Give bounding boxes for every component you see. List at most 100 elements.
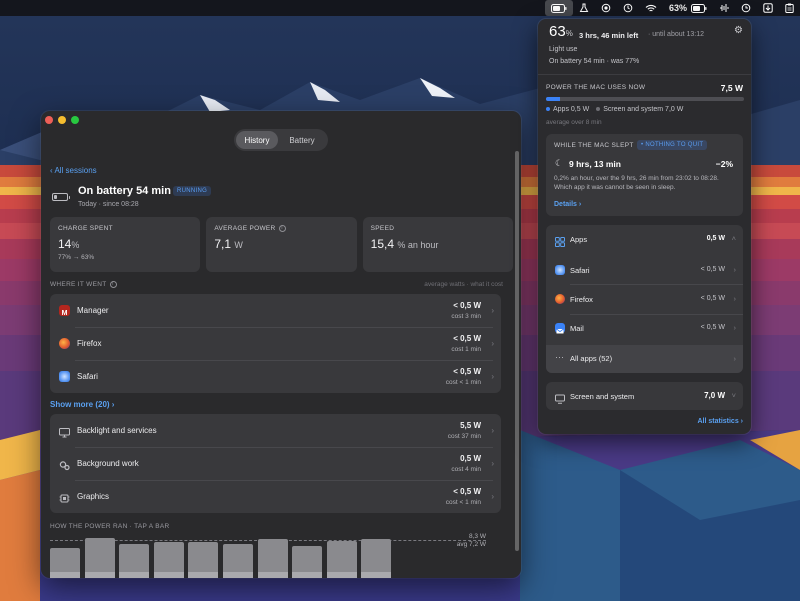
chevron-right-icon: › (491, 339, 494, 348)
tab-history[interactable]: History (236, 131, 278, 149)
list-item[interactable]: Firefox < 0,5 W › (546, 285, 743, 314)
row-value: < 0,5 W (453, 487, 481, 496)
battery-menu-extra[interactable] (544, 0, 573, 16)
running-badge: RUNNING (173, 186, 212, 196)
list-item[interactable]: M Manager < 0,5 W cost 3 min › (50, 294, 501, 327)
stat-cards: CHARGE SPENT 14% 77% → 63% AVERAGE POWER… (50, 217, 513, 272)
power-bar[interactable] (119, 544, 150, 578)
power-history-heading: HOW THE POWER RAN · TAP A BAR (50, 523, 170, 530)
stat-label: SPEED (370, 225, 395, 232)
screen-system-label: Screen and system (570, 392, 635, 401)
row-value: < 0,5 W (453, 301, 481, 310)
on-battery-label: On battery 54 min · was 77% (549, 58, 640, 65)
flask-icon[interactable] (573, 0, 595, 16)
row-value: < 0,5 W (453, 367, 481, 376)
screen-and-system-row[interactable]: Screen and system 7,0 W ˅ (546, 382, 743, 410)
power-bar[interactable] (188, 542, 219, 578)
gear-icon[interactable]: ⚙ (734, 25, 743, 36)
minimize-button[interactable] (58, 116, 66, 124)
list-item[interactable]: Backlight and services 5,5 W cost 37 min… (50, 414, 501, 447)
battery-status[interactable]: 63% (663, 0, 713, 16)
row-label: Manager (77, 306, 109, 315)
app-label: Mail (570, 324, 584, 333)
details-link[interactable]: Details › (554, 201, 581, 208)
list-item[interactable]: Background work 0,5 W cost 4 min › (50, 447, 501, 480)
menu-bar: 63% (0, 0, 800, 16)
charge-spent-card: CHARGE SPENT 14% 77% → 63% (50, 217, 201, 272)
use-label: Light use (549, 46, 578, 53)
sleep-description: 0,2% an hour, over the 9 hrs, 26 min fro… (554, 175, 719, 191)
shield-icon[interactable] (595, 0, 617, 16)
power-now-value: 7,5 W (720, 83, 743, 93)
stat-foot: 77% → 63% (58, 254, 95, 261)
row-label: Backlight and services (77, 426, 157, 435)
list-item[interactable]: Safari < 0,5 W › (546, 256, 743, 285)
all-statistics-link[interactable]: All statistics › (697, 418, 743, 425)
mail-icon (555, 323, 565, 334)
app-label: Firefox (570, 295, 593, 304)
legend-screen: Screen and system 7,0 W (596, 106, 683, 113)
list-item[interactable]: Firefox < 0,5 W cost 1 min › (50, 327, 501, 360)
wifi-icon[interactable] (639, 0, 663, 16)
all-apps-row[interactable]: ··· All apps (52) › (546, 345, 743, 373)
chevron-up-icon: ˄ (731, 234, 736, 243)
download-icon[interactable] (757, 0, 779, 16)
power-bar-base (292, 572, 323, 578)
power-bar[interactable] (84, 538, 115, 578)
battery-level: 63% (549, 23, 573, 40)
row-value: < 0,5 W (453, 334, 481, 343)
battery-history-window: History Battery ‹ All sessions On batter… (41, 111, 521, 578)
scrollbar[interactable] (515, 151, 519, 551)
time-machine-icon[interactable] (617, 0, 639, 16)
power-chart: 8,3 W avg 7,2 W (50, 533, 502, 578)
power-bar-base (361, 572, 392, 578)
power-bar[interactable] (361, 538, 392, 578)
power-bar-base (50, 572, 80, 578)
close-button[interactable] (45, 116, 53, 124)
power-bar[interactable] (223, 544, 253, 578)
stat-label: AVERAGE POWER i (214, 225, 348, 232)
session-subtitle: Today · since 08:28 (78, 201, 139, 208)
info-icon[interactable]: i (278, 225, 286, 232)
stat-value: 14% (58, 237, 80, 251)
chevron-right-icon: › (733, 354, 737, 363)
power-bar[interactable] (326, 540, 357, 578)
row-cost: cost 3 min (451, 313, 481, 320)
speed-card: SPEED 15,4 % an hour (362, 217, 513, 272)
chevron-right-icon: › (733, 265, 737, 274)
clock-icon[interactable] (735, 0, 757, 16)
show-more-link[interactable]: Show more (20) › (50, 400, 114, 409)
time-left: 3 hrs, 46 min left (579, 31, 639, 40)
firefox-icon (555, 294, 565, 304)
sleep-percent: −2% (715, 159, 733, 169)
app-label: Safari (570, 266, 590, 275)
list-item[interactable]: Graphics < 0,5 W cost < 1 min › (50, 480, 501, 513)
time-until: · until about 13:12 (648, 31, 705, 38)
tab-battery[interactable]: Battery (278, 131, 326, 149)
view-switcher: History Battery (234, 129, 328, 151)
apps-section-header[interactable]: Apps 0,5 W ˄ (546, 225, 743, 254)
display-icon (555, 391, 565, 409)
where-it-went-caption: average watts · what it cost (424, 281, 503, 288)
apps-grid-icon (555, 234, 565, 247)
list-item[interactable]: Safari < 0,5 W cost < 1 min › (50, 360, 501, 393)
power-bar[interactable] (153, 542, 184, 578)
screen-system-value: 7,0 W (704, 391, 725, 400)
list-item[interactable]: Mail < 0,5 W › (546, 314, 743, 343)
apps-card: Apps 0,5 W ˄ Safari < 0,5 W › Firefox < … (546, 225, 743, 373)
power-bar[interactable] (292, 546, 323, 578)
power-split-bar (546, 97, 744, 101)
waveform-icon[interactable] (713, 0, 735, 16)
clipboard-icon[interactable] (779, 0, 800, 16)
chart-bars (50, 533, 502, 578)
info-icon[interactable]: i (109, 281, 117, 288)
chevron-right-icon: › (733, 294, 737, 303)
power-bar-base (188, 572, 219, 578)
power-bar[interactable] (257, 539, 288, 578)
power-bar[interactable] (50, 548, 80, 578)
all-apps-label: All apps (52) (570, 354, 613, 363)
all-sessions-link[interactable]: ‹ All sessions (50, 166, 97, 175)
zoom-button[interactable] (71, 116, 79, 124)
nothing-to-quit-badge: • NOTHING TO QUIT (637, 140, 708, 150)
titlebar: History Battery (41, 111, 521, 163)
